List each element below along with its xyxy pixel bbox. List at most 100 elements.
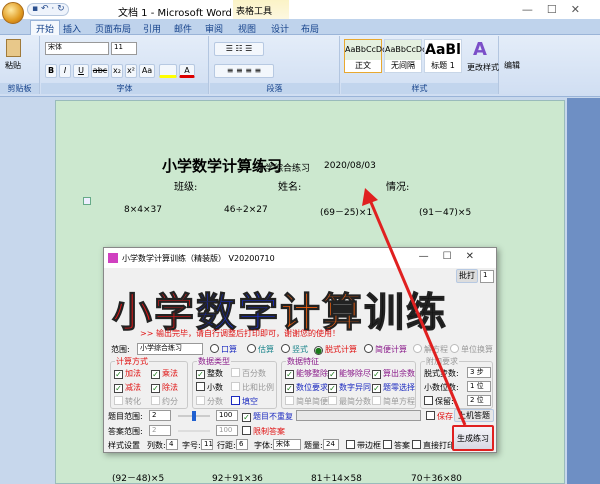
cb-digit-req[interactable]: ✓ 数位要求 [285, 382, 328, 393]
mode-simplify[interactable]: 简便计算 [364, 344, 407, 355]
font-size-input[interactable]: 11 [201, 439, 213, 450]
cb-multiply[interactable]: ✓ 乘法 [151, 368, 178, 379]
font-size-label: 字号: [182, 441, 201, 450]
cb-exact-divide[interactable]: ✓ 能够除尽 [328, 368, 371, 379]
cb-save[interactable]: 保存 [426, 411, 453, 422]
decimals-select[interactable]: 1 位 [467, 381, 491, 392]
a-range-slider[interactable] [178, 430, 210, 432]
window-title: 文档 1 - Microsoft Word [118, 8, 232, 19]
cb-simple[interactable]: 简单简便 [285, 396, 328, 407]
office-button[interactable] [2, 2, 24, 24]
mode-estimate[interactable]: 估算 [247, 344, 274, 355]
cb-keep[interactable]: 保留: [424, 396, 454, 407]
cb-integer[interactable]: ✓ 整数 [196, 368, 223, 379]
mode-unit[interactable]: 单位换算 [450, 344, 493, 355]
cb-zero-select[interactable]: ✓ 题零选择 [372, 382, 415, 393]
mode-oral[interactable]: 口算 [210, 344, 237, 355]
align-buttons[interactable]: ≡ ≡ ≡ ≡ [214, 64, 274, 78]
cb-no-repeat[interactable]: ✓ 题目不重复 [242, 411, 293, 422]
cb-percent[interactable]: 百分数 [231, 368, 266, 379]
cb-border[interactable]: 带边框 [346, 440, 381, 451]
tab-home[interactable]: 开始 [30, 20, 61, 35]
bold-button[interactable]: B [45, 64, 57, 78]
cb-answer[interactable]: 答案 [383, 440, 410, 451]
expr: 70＋36×80 [411, 474, 462, 484]
count-input[interactable]: 24 [323, 439, 339, 450]
window-controls[interactable]: —☐✕ [522, 3, 594, 16]
q-range-slider[interactable] [178, 411, 210, 421]
extra-select[interactable] [296, 410, 421, 421]
a-range-min[interactable]: 2 [149, 425, 171, 436]
a-range-label: 答案范围: [108, 427, 143, 436]
q-range-min[interactable]: 2 [149, 410, 171, 421]
font-label: 字体 [41, 83, 208, 94]
cb-fraction[interactable]: 分数 [196, 396, 223, 407]
highlight-button[interactable] [159, 64, 177, 78]
tab-references[interactable]: 引用 [138, 21, 166, 36]
online-answer-button[interactable]: 上机答题 [454, 409, 494, 422]
mode-stepwise[interactable]: ● 脱式计算 [314, 344, 357, 355]
data-type-group: 数据类型 ✓ 整数 百分数 小数 比和比例 分数 填空 [192, 356, 277, 409]
font-select[interactable]: 宋体 [273, 439, 301, 450]
cb-divide[interactable]: ✓ 除法 [151, 382, 178, 393]
tab-layout[interactable]: 页面布局 [90, 21, 136, 36]
tab-view[interactable]: 视图 [233, 21, 261, 36]
table-move-handle[interactable] [83, 197, 91, 205]
quick-access-toolbar[interactable]: ▪ ↶ · ↻ [27, 3, 69, 16]
list-buttons[interactable]: ☰ ☷ ☰ [214, 42, 264, 56]
cb-digit-diff[interactable]: ✓ 数字异同 [328, 382, 371, 393]
edit-group: 编辑 [500, 36, 532, 94]
paste-button[interactable]: 粘贴 [5, 60, 21, 71]
print-count-input[interactable]: 1 [480, 270, 494, 283]
keep-select[interactable]: 2 位 [467, 395, 491, 406]
cb-fill-blank[interactable]: 填空 [231, 396, 258, 407]
cols-input[interactable]: 4 [166, 439, 178, 450]
dialog-window-controls[interactable]: —☐✕ [419, 251, 488, 262]
style-settings-label: 样式设置 [108, 441, 140, 450]
mode-equation[interactable]: 解方程 [413, 344, 448, 355]
cb-convert[interactable]: 转化 [114, 396, 141, 407]
tab-review[interactable]: 审阅 [200, 21, 228, 36]
mode-vertical[interactable]: 竖式 [281, 344, 308, 355]
font-color-button[interactable]: A [179, 64, 195, 78]
paragraph-group: ☰ ☷ ☰ ≡ ≡ ≡ ≡ 段落 [210, 36, 340, 94]
steps-select[interactable]: 3 步 [467, 367, 491, 378]
tab-design[interactable]: 设计 [266, 21, 294, 36]
cb-divisible[interactable]: ✓ 能够整除 [285, 368, 328, 379]
tab-table-layout[interactable]: 布局 [296, 21, 324, 36]
cb-reduce[interactable]: 约分 [151, 396, 178, 407]
cb-remainder[interactable]: ✓ 算出余数 [372, 368, 415, 379]
style-normal[interactable]: AaBbCcDd 正文 [344, 39, 387, 73]
subscript-button[interactable]: x₂ [111, 64, 123, 78]
italic-button[interactable]: I [59, 64, 71, 78]
spacing-input[interactable]: 6 [236, 439, 248, 450]
underline-button[interactable]: U [73, 64, 89, 78]
paste-icon[interactable] [6, 39, 21, 57]
cb-subtract[interactable]: ✓ 减法 [114, 382, 141, 393]
strikethrough-button[interactable]: abc [91, 64, 109, 78]
cb-direct-print[interactable]: 直接打印 [412, 440, 455, 451]
cb-ratio[interactable]: 比和比例 [231, 382, 274, 393]
cb-limit-answer[interactable]: 限制答案 [242, 426, 285, 437]
superscript-button[interactable]: x² [125, 64, 137, 78]
batch-print-button[interactable]: 批打 [456, 269, 478, 283]
ribbon-tabs: 开始 插入 页面布局 引用 邮件 审阅 视图 设计 布局 [0, 19, 600, 35]
font-name-select[interactable]: 宋体 [45, 42, 109, 55]
tab-insert[interactable]: 插入 [58, 21, 86, 36]
cb-decimal[interactable]: 小数 [196, 382, 223, 393]
change-styles-button[interactable]: 更改样式 [467, 62, 499, 73]
style-no-spacing[interactable]: AaBbCcDd 无间隔 [384, 39, 427, 73]
style-heading1[interactable]: AaBl 标题 1 [424, 39, 462, 73]
tab-mailings[interactable]: 邮件 [169, 21, 197, 36]
doc-date: 2020/08/03 [324, 161, 376, 171]
a-range-max[interactable]: 100 [216, 425, 238, 436]
cb-simple-equation[interactable]: 简单方程 [372, 396, 415, 407]
font-size-select[interactable]: 11 [111, 42, 137, 55]
cb-simplest-fraction[interactable]: 最简分数 [328, 396, 371, 407]
change-case-button[interactable]: Aa [139, 64, 155, 78]
generate-button[interactable]: 生成练习 [452, 425, 494, 451]
edit-button[interactable]: 编辑 [504, 60, 520, 71]
cb-add[interactable]: ✓ 加法 [114, 368, 141, 379]
q-range-max[interactable]: 100 [216, 410, 238, 421]
range-select[interactable]: 小学综合练习 [137, 343, 203, 355]
